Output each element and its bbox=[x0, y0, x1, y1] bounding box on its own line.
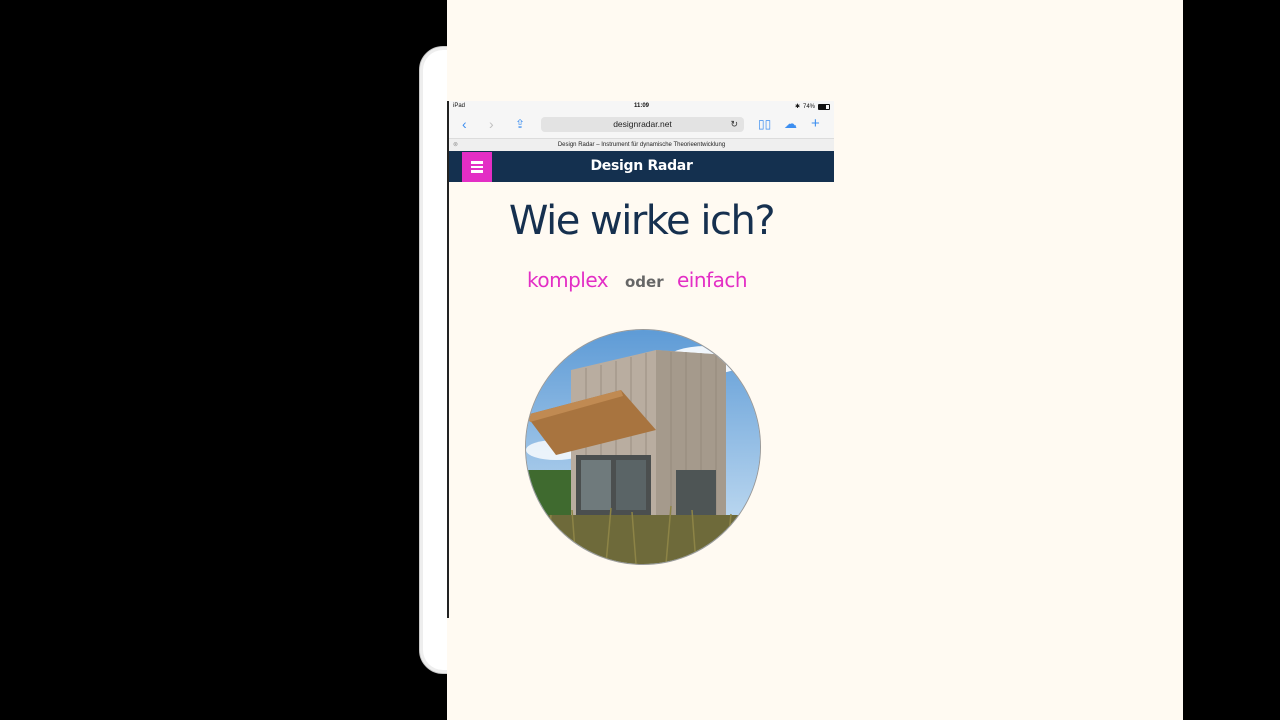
site-brand[interactable]: Design Radar bbox=[449, 151, 834, 182]
share-icon[interactable]: ⇪ bbox=[515, 116, 525, 132]
address-bar[interactable]: designradar.net ↻ bbox=[541, 117, 744, 132]
battery-percent: 74% bbox=[802, 103, 815, 110]
reload-icon[interactable]: ↻ bbox=[730, 117, 738, 132]
or-label: oder bbox=[625, 273, 664, 291]
house-illustration bbox=[526, 330, 760, 564]
battery-icon bbox=[818, 103, 830, 110]
browser-toolbar: ‹ › ⇪ designradar.net ↻ ▯▯ ☁ + bbox=[449, 112, 834, 138]
tab-bar[interactable]: ⊗ Design Radar – Instrument für dynamisc… bbox=[449, 138, 834, 151]
book-icon[interactable]: ▯▯ bbox=[758, 116, 771, 132]
page-headline: Wie wirke ich? bbox=[508, 198, 776, 244]
cloud-icon[interactable]: ☁ bbox=[784, 116, 797, 132]
tab-title: Design Radar – Instrument für dynamische… bbox=[557, 142, 726, 148]
choice-komplex[interactable]: komplex bbox=[527, 268, 609, 292]
bluetooth-icon: ✱ bbox=[794, 104, 800, 110]
status-right: ✱ 74% bbox=[795, 103, 830, 110]
house-photo[interactable] bbox=[525, 329, 761, 565]
chevron-right-icon[interactable]: › bbox=[489, 116, 494, 132]
choice-einfach[interactable]: einfach bbox=[677, 268, 748, 292]
close-tab-icon[interactable]: ⊗ bbox=[453, 139, 458, 151]
site-navbar: Design Radar bbox=[449, 151, 834, 182]
chevron-left-icon[interactable]: ‹ bbox=[462, 116, 467, 132]
ipad-screen: iPad 11:09 ✱ 74% ‹ › ⇪ designradar.net ↻… bbox=[447, 101, 834, 618]
status-bar: iPad 11:09 ✱ 74% bbox=[449, 101, 834, 112]
plus-icon[interactable]: + bbox=[811, 116, 820, 132]
status-time: 11:09 bbox=[633, 103, 649, 109]
choice-row: komplex oder einfach bbox=[449, 268, 834, 298]
url-text: designradar.net bbox=[613, 119, 672, 129]
